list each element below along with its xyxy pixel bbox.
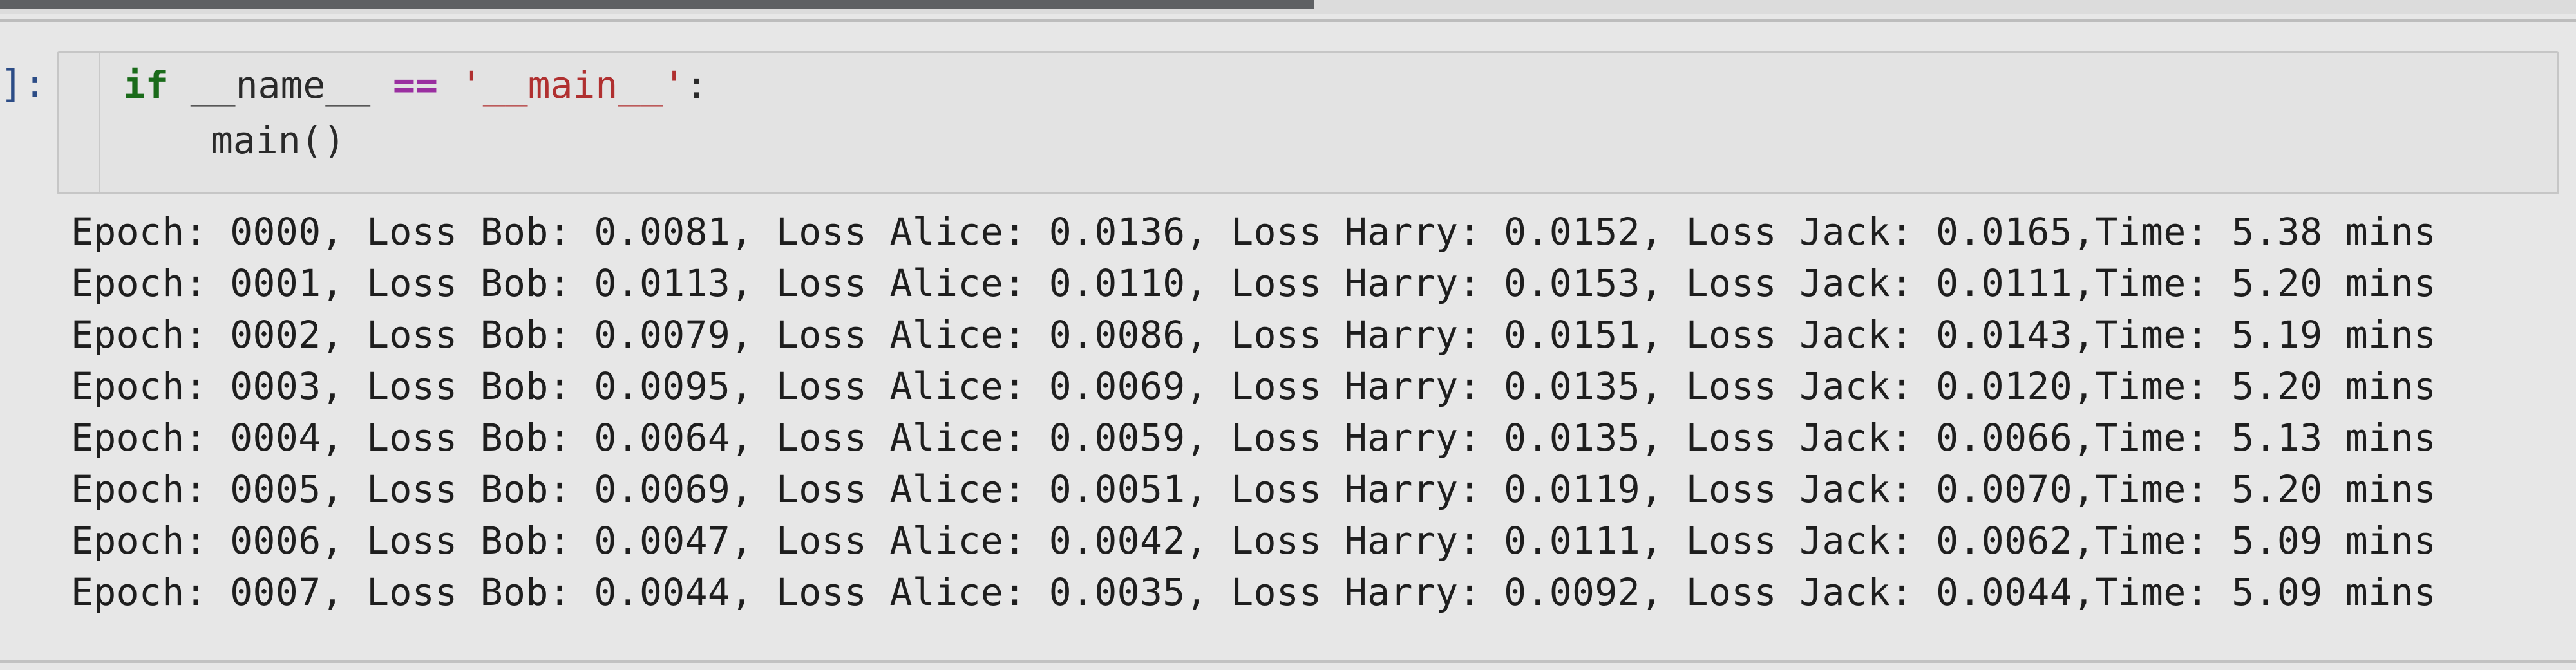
colon: : [685,63,708,107]
cell-prompt: ]: [0,62,47,107]
divider [0,660,2576,663]
output-line: Epoch: 0007, Loss Bob: 0.0044, Loss Alic… [71,570,2437,614]
output-line: Epoch: 0002, Loss Bob: 0.0079, Loss Alic… [71,313,2437,357]
output-line: Epoch: 0000, Loss Bob: 0.0081, Loss Alic… [71,210,2437,254]
identifier-name: __name__ [190,63,371,107]
output-line: Epoch: 0004, Loss Bob: 0.0064, Loss Alic… [71,416,2437,460]
output-line: Epoch: 0006, Loss Bob: 0.0047, Loss Alic… [71,519,2437,563]
code-line-1: if __name__ == '__main__': [123,62,708,107]
divider [0,19,2576,22]
operator-eq: == [393,63,438,107]
output-line: Epoch: 0005, Loss Bob: 0.0069, Loss Alic… [71,467,2437,511]
previous-cell-edge [0,0,2576,14]
cell-output: Epoch: 0000, Loss Bob: 0.0081, Loss Alic… [0,206,2576,656]
code-line-2: main() [211,118,346,162]
keyword-if: if [123,63,168,107]
cell-input-area[interactable]: if __name__ == '__main__': main() [57,51,2559,194]
scrollbar-thumb[interactable] [0,0,1314,9]
output-line: Epoch: 0001, Loss Bob: 0.0113, Loss Alic… [71,261,2437,305]
code-cell[interactable]: ]: if __name__ == '__main__': main() [0,36,2576,197]
output-line: Epoch: 0003, Loss Bob: 0.0095, Loss Alic… [71,364,2437,408]
cell-gutter [99,53,100,192]
string-main: '__main__' [460,63,686,107]
